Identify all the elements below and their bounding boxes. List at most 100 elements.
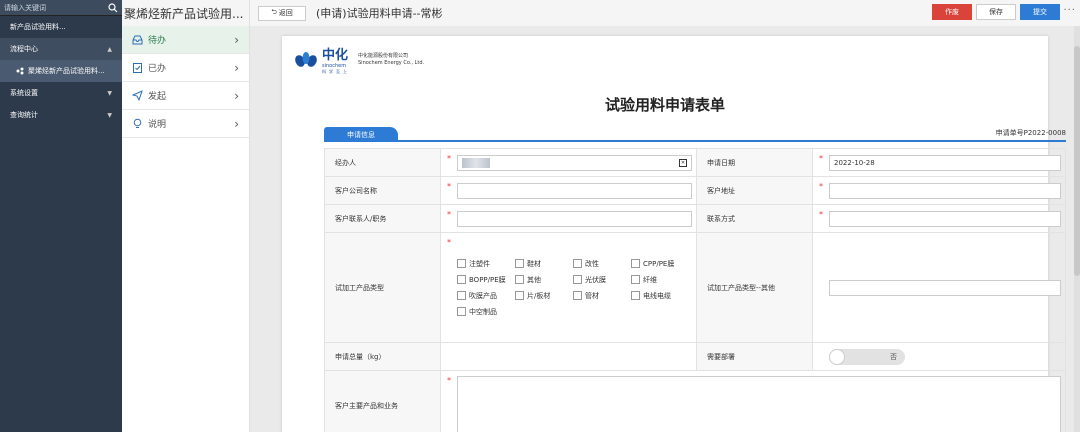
company-name-en: Sinochem Energy Co., Ltd. — [358, 59, 425, 66]
clipboard-check-icon — [133, 63, 142, 73]
required-marker: * — [447, 210, 451, 219]
contact-method-field[interactable] — [829, 210, 1061, 227]
handler-field[interactable]: ✕ — [457, 154, 692, 171]
apply-date-field[interactable]: 2022-10-28 — [829, 154, 1061, 171]
product-type-other-field[interactable] — [829, 279, 1061, 296]
required-marker: * — [819, 210, 823, 219]
customer-company-label: 客户公司名称 — [324, 176, 441, 205]
required-marker: * — [819, 182, 823, 191]
void-button[interactable]: 作废 — [932, 4, 972, 20]
search-bar — [0, 0, 122, 16]
checkbox-pipe[interactable]: 管材 — [573, 291, 631, 301]
main-products-textarea[interactable] — [457, 375, 1061, 432]
customer-company-field[interactable] — [457, 182, 692, 199]
sidebar-item-label: 聚烯烃新产品试验用料... — [28, 67, 105, 75]
checkbox-shoe[interactable]: 鞋材 — [515, 259, 573, 269]
list-item-label: 待办 — [148, 36, 167, 46]
company-name-cn: 中化能源股份有限公司 — [358, 52, 409, 59]
total-qty-label: 申请总量（kg） — [324, 342, 441, 371]
list-item-todo[interactable]: 待办 › — [122, 26, 249, 54]
send-icon — [132, 90, 143, 101]
checkbox-other[interactable]: 其他 — [515, 275, 573, 285]
back-label: 返回 — [278, 9, 293, 17]
product-type-label: 试加工产品类型 — [324, 232, 441, 343]
apply-date-label: 申请日期 — [696, 148, 813, 177]
checkbox-cpp-pe[interactable]: CPP/PE膜 — [631, 259, 689, 269]
application-form-table: 经办人 * ✕ 申请日期 * 2022-10-28 客户公司名称 * 客户地址 … — [324, 148, 1066, 432]
scrollbar[interactable] — [1074, 26, 1080, 432]
sidebar-item-query-stats[interactable]: 查询统计 ▼ — [0, 104, 122, 126]
main-products-label: 客户主要产品和业务 — [324, 370, 441, 432]
redacted-name — [462, 157, 490, 168]
toggle-knob — [829, 348, 845, 365]
need-dept-toggle[interactable]: 否 — [829, 348, 905, 365]
list-item-help[interactable]: 说明 › — [122, 110, 249, 138]
required-marker: * — [447, 182, 451, 191]
sidebar-item-label: 新产品试验用料... — [10, 23, 66, 31]
user-picker-icon[interactable]: ✕ — [679, 158, 687, 167]
list-item-label: 说明 — [148, 120, 167, 130]
task-list-panel: 聚烯烃新产品试验用... 待办 › 已办 › 发起 › 说明 › — [122, 0, 250, 432]
toggle-label: 否 — [890, 352, 897, 361]
tab-application-info[interactable]: 申请信息 — [324, 127, 398, 142]
contact-method-label: 联系方式 — [696, 204, 813, 233]
scrollbar-thumb[interactable] — [1074, 46, 1080, 276]
required-marker: * — [447, 238, 451, 247]
sidebar-item-system-settings[interactable]: 系统设置 ▼ — [0, 82, 122, 104]
more-icon[interactable]: ··· — [1063, 5, 1076, 16]
sidebar-item-process-center[interactable]: 流程中心 ▲ — [0, 38, 122, 60]
customer-address-field[interactable] — [829, 182, 1061, 199]
list-item-label: 发起 — [148, 92, 167, 102]
search-icon[interactable] — [108, 2, 118, 13]
list-item-label: 已办 — [148, 64, 167, 74]
panel-title: 聚烯烃新产品试验用... — [122, 0, 249, 26]
checkbox-injection[interactable]: 注塑件 — [457, 259, 515, 269]
handler-label: 经办人 — [324, 148, 441, 177]
chevron-right-icon: › — [234, 116, 239, 131]
list-item-done[interactable]: 已办 › — [122, 54, 249, 82]
sidebar-item-label: 查询统计 — [10, 111, 38, 119]
sidebar-item-polyolefin[interactable]: 聚烯烃新产品试验用料... — [0, 60, 122, 82]
checkbox-sheet[interactable]: 片/板材 — [515, 291, 573, 301]
checkbox-wire-cable[interactable]: 电线电缆 — [631, 291, 689, 301]
checkbox-modified[interactable]: 改性 — [573, 259, 631, 269]
chevron-up-icon: ▲ — [107, 45, 112, 53]
sidebar: 新产品试验用料... 流程中心 ▲ 聚烯烃新产品试验用料... 系统设置 ▼ 查… — [0, 0, 122, 432]
need-dept-label: 需要部署 — [696, 342, 813, 371]
back-button[interactable]: ⮌ 返回 — [258, 5, 306, 21]
logo-cn: 中化 — [322, 48, 349, 63]
flow-icon — [16, 67, 24, 75]
chevron-right-icon: › — [234, 60, 239, 75]
form-paper: 中化 sinochem 科学至上 中化能源股份有限公司 Sinochem Ene… — [282, 36, 1066, 432]
sidebar-item-new-product[interactable]: 新产品试验用料... — [0, 16, 122, 38]
checkbox-blown-film[interactable]: 吹膜产品 — [457, 291, 515, 301]
back-arrow-icon: ⮌ — [271, 7, 277, 16]
save-button[interactable]: 保存 — [976, 4, 1016, 20]
inbox-icon — [132, 35, 143, 45]
customer-contact-field[interactable] — [457, 210, 692, 227]
search-input[interactable] — [4, 3, 108, 12]
customer-address-label: 客户地址 — [696, 176, 813, 205]
list-item-initiate[interactable]: 发起 › — [122, 82, 249, 110]
chevron-right-icon: › — [234, 32, 239, 47]
required-marker: * — [447, 154, 451, 163]
lightbulb-icon — [133, 118, 142, 128]
checkbox-pv-film[interactable]: 光伏膜 — [573, 275, 631, 285]
chevron-down-icon: ▼ — [107, 111, 112, 119]
chevron-right-icon: › — [234, 88, 239, 103]
chevron-down-icon: ▼ — [107, 89, 112, 97]
customer-contact-label: 客户联系人/职务 — [324, 204, 441, 233]
tab-bar: 申请信息 申请单号P2022-0008 — [324, 126, 1066, 142]
form-title: 试验用料申请表单 — [604, 96, 725, 114]
total-qty-field[interactable] — [440, 342, 697, 371]
sidebar-item-label: 系统设置 — [10, 89, 38, 97]
page-title: (申请)试验用料申请--常彬 — [316, 7, 443, 20]
required-marker: * — [819, 154, 823, 163]
toolbar: ⮌ 返回 (申请)试验用料申请--常彬 作废 保存 提交 ··· — [250, 0, 1080, 26]
company-logo: 中化 sinochem 科学至上 中化能源股份有限公司 Sinochem Ene… — [294, 44, 424, 75]
checkbox-bopp-pe[interactable]: BOPP/PE膜 — [457, 275, 515, 285]
submit-button[interactable]: 提交 — [1020, 4, 1060, 20]
checkbox-hollow[interactable]: 中空制品 — [457, 307, 515, 317]
action-buttons: 作废 保存 提交 — [932, 4, 1060, 20]
checkbox-fiber[interactable]: 纤维 — [631, 275, 689, 285]
